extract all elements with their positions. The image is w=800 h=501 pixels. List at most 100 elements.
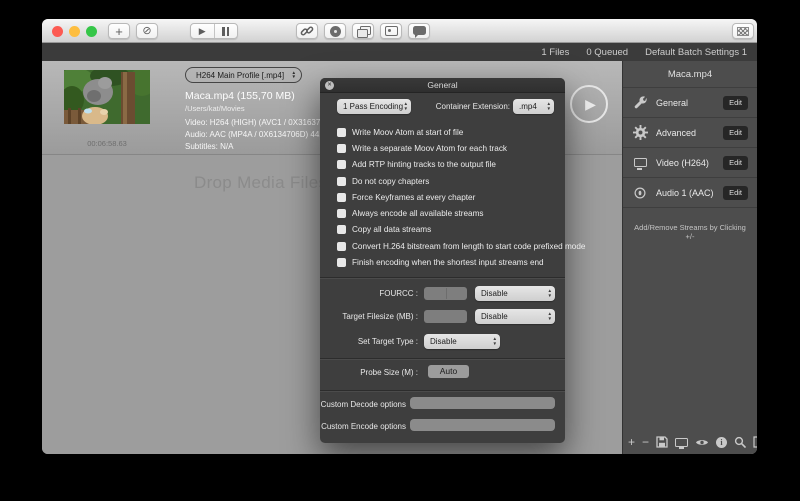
save-icon [656,436,668,448]
divider [320,390,565,392]
pass-encoding-select[interactable]: 1 Pass Encoding ▲▼ [337,99,411,114]
sidebar-item-general[interactable]: General Edit [623,88,757,118]
checkbox-row[interactable]: Copy all data streams [337,222,557,238]
minimize-window-button[interactable] [69,26,80,37]
stepper-icon: ▲▼ [546,102,551,110]
batch-layers-icon [357,26,369,36]
sidebar-item-audio[interactable]: Audio 1 (AAC) Edit [623,178,757,208]
link-button[interactable] [296,23,318,39]
image-icon [385,26,398,36]
checkbox-row[interactable]: Always encode all available streams [337,205,557,221]
preset-label: H264 Main Profile [.mp4] [196,71,284,80]
target-filesize-mode-select[interactable]: Disable ▲▼ [475,309,555,324]
add-file-button[interactable]: + [108,23,130,39]
gear-icon [632,125,648,140]
file-duration: 00:06:58.63 [64,139,150,148]
checkbox[interactable] [337,160,346,169]
checkbox-row[interactable]: Convert H.264 bitstream from length to s… [337,238,557,254]
file-name: Maca.mp4 (155,70 MB) [185,90,295,102]
disc-button[interactable] [324,23,346,39]
search-button[interactable] [734,436,746,448]
target-filesize-label: Target Filesize (MB) : [320,312,418,321]
queued-count: 0 Queued [586,47,628,58]
checkbox-row[interactable]: Add RTP hinting tracks to the output fil… [337,157,557,173]
checkbox[interactable] [337,128,346,137]
dialog-title: General [320,78,565,93]
checkbox[interactable] [337,209,346,218]
edit-general-button[interactable]: Edit [723,96,748,110]
checkbox[interactable] [337,177,346,186]
sidebar-item-label: Audio 1 (AAC) [656,188,723,198]
minus-icon: − [642,435,649,449]
play-icon: ▶ [585,96,596,113]
set-target-type-row: Set Target Type : Disable ▲▼ [320,334,565,349]
target-filesize-row: Target Filesize (MB) : Disable ▲▼ [320,309,565,324]
checkbox[interactable] [337,144,346,153]
sidebar-item-label: General [656,98,723,108]
fourcc-mode-select[interactable]: Disable ▲▼ [475,286,555,301]
plus-icon: + [115,25,123,38]
batch-settings-label[interactable]: Default Batch Settings 1 [645,47,747,58]
custom-decode-label: Custom Decode options [320,400,406,409]
checkbox-row[interactable]: Do not copy chapters [337,173,557,189]
pattern-button[interactable] [732,23,754,39]
preview-button[interactable] [695,438,709,447]
checkbox[interactable] [337,258,346,267]
custom-decode-input[interactable] [410,397,555,409]
edit-advanced-button[interactable]: Edit [723,126,748,140]
checkbox-row[interactable]: Finish encoding when the shortest input … [337,254,557,270]
container-extension-select[interactable]: .mp4 ▲▼ [513,99,554,114]
custom-encode-input[interactable] [410,419,555,431]
checkbox[interactable] [337,193,346,202]
probe-size-row: Probe Size (M) : Auto [320,365,565,380]
set-target-type-select[interactable]: Disable ▲▼ [424,334,500,349]
sidebar-item-advanced[interactable]: Advanced Edit [623,118,757,148]
display-icon [675,438,688,447]
pause-encoding-button[interactable] [214,24,238,38]
add-stream-button[interactable]: + [628,435,635,449]
plus-icon: + [628,435,635,449]
container-extension-label: Container Extension: [416,102,510,111]
zoom-window-button[interactable] [86,26,97,37]
info-icon [716,437,727,448]
wrench-icon [632,95,648,110]
stepper-icon: ▲▼ [547,312,552,320]
start-encoding-button[interactable]: ▶ [191,24,214,38]
close-window-button[interactable] [52,26,63,37]
files-count: 1 Files [541,47,569,58]
probe-size-auto-button[interactable]: Auto [428,365,469,378]
chat-button[interactable] [408,23,430,39]
cancel-encoding-button[interactable]: ⊘ [136,23,158,39]
preset-select[interactable]: H264 Main Profile [.mp4] ▲▼ [185,67,302,83]
general-dialog: ✕ General 1 Pass Encoding ▲▼ Container E… [320,78,565,443]
info-button[interactable] [716,437,727,448]
display-button[interactable] [675,438,688,447]
close-icon[interactable]: ✕ [325,81,334,90]
sidebar-item-label: Video (H264) [656,158,723,168]
preview-play-button[interactable]: ▶ [570,85,608,123]
edit-video-button[interactable]: Edit [723,156,748,170]
save-button[interactable] [656,436,668,448]
fourcc-field[interactable] [424,287,467,300]
disc-icon [330,26,341,37]
target-filesize-field[interactable] [424,310,467,323]
stepper-icon: ▲▼ [291,71,296,79]
checkbox-row[interactable]: Force Keyframes at every chapter [337,189,557,205]
chat-icon [413,26,426,35]
display-icon [632,158,648,167]
sidebar-item-video[interactable]: Video (H264) Edit [623,148,757,178]
dialog-checkbox-list: Write Moov Atom at start of file Write a… [337,124,557,271]
remove-stream-button[interactable]: − [642,435,649,449]
batch-button[interactable] [352,23,374,39]
edit-audio-button[interactable]: Edit [723,186,748,200]
snapshot-button[interactable] [380,23,402,39]
log-button[interactable] [753,436,757,448]
fourcc-row: FOURCC : Disable ▲▼ [320,286,565,301]
checkbox[interactable] [337,225,346,234]
checkbox-row[interactable]: Write a separate Moov Atom for each trac… [337,140,557,156]
sidebar-file-title: Maca.mp4 [623,61,757,88]
sidebar-hint: Add/Remove Streams by Clicking +/- [623,223,757,241]
checkbox-row[interactable]: Write Moov Atom at start of file [337,124,557,140]
checkbox[interactable] [337,242,346,251]
search-icon [734,436,746,448]
